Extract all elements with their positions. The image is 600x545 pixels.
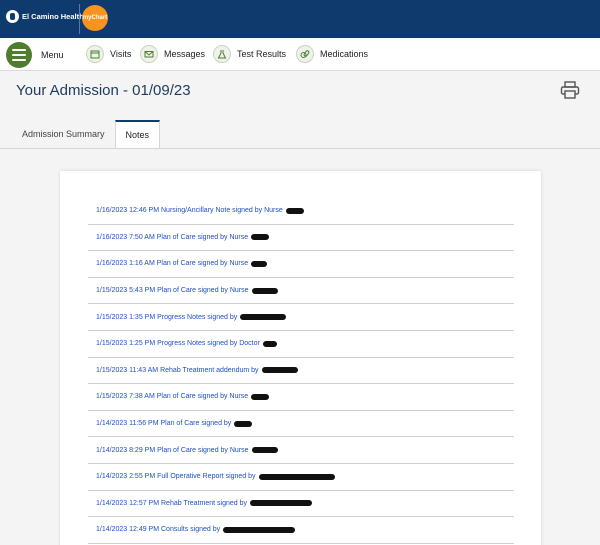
admission-tabs: Admission Summary Notes [12, 120, 161, 148]
note-row[interactable]: 1/15/2023 11:43 AM Rehab Treatment adden… [88, 358, 514, 385]
redaction-mark [234, 420, 253, 427]
nav-messages[interactable]: Messages [140, 45, 205, 63]
note-link[interactable]: 1/16/2023 12:46 PM Nursing/Ancillary Not… [96, 207, 283, 214]
redaction-mark [251, 447, 278, 454]
note-row[interactable]: 1/14/2023 11:56 PM Plan of Care signed b… [88, 411, 514, 438]
note-link[interactable]: 1/15/2023 7:38 AM Plan of Care signed by… [96, 393, 248, 400]
calendar-icon [86, 45, 104, 63]
note-link[interactable]: 1/16/2023 1:16 AM Plan of Care signed by… [96, 260, 248, 267]
note-row[interactable]: 1/14/2023 2:55 PM Full Operative Report … [88, 464, 514, 491]
brand-logo-link[interactable]: El Camino Health [6, 10, 84, 23]
nav-medications[interactable]: Medications [296, 45, 368, 63]
note-row[interactable]: 1/15/2023 7:38 AM Plan of Care signed by… [88, 384, 514, 411]
envelope-icon [140, 45, 158, 63]
nav-visits-label: Visits [110, 49, 132, 59]
redaction-mark [251, 287, 278, 294]
note-row[interactable]: 1/16/2023 1:16 AM Plan of Care signed by… [88, 251, 514, 278]
notes-panel: 1/16/2023 12:46 PM Nursing/Ancillary Not… [60, 171, 541, 545]
redaction-mark [251, 260, 268, 267]
redaction-mark [250, 500, 312, 507]
brand-name: El Camino Health [22, 12, 84, 21]
redaction-mark [240, 314, 287, 321]
note-link[interactable]: 1/15/2023 1:35 PM Progress Notes signed … [96, 314, 237, 321]
redaction-mark [261, 367, 298, 374]
notes-list: 1/16/2023 12:46 PM Nursing/Ancillary Not… [88, 198, 514, 544]
note-link[interactable]: 1/16/2023 7:50 AM Plan of Care signed by… [96, 234, 248, 241]
note-link[interactable]: 1/15/2023 11:43 AM Rehab Treatment adden… [96, 367, 259, 374]
redaction-mark [285, 207, 304, 214]
redaction-mark [251, 393, 270, 400]
note-row[interactable]: 1/15/2023 1:35 PM Progress Notes signed … [88, 304, 514, 331]
hamburger-icon [6, 42, 32, 68]
note-link[interactable]: 1/14/2023 8:29 PM Plan of Care signed by… [96, 447, 249, 454]
note-row[interactable]: 1/16/2023 7:50 AM Plan of Care signed by… [88, 225, 514, 252]
redaction-mark [262, 340, 277, 347]
note-row[interactable]: 1/14/2023 12:57 PM Rehab Treatment signe… [88, 491, 514, 518]
note-link[interactable]: 1/14/2023 12:57 PM Rehab Treatment signe… [96, 500, 247, 507]
tab-admission-summary[interactable]: Admission Summary [12, 120, 115, 148]
tabs-divider [0, 148, 600, 149]
note-row[interactable]: 1/14/2023 12:49 PM Consults signed by [88, 517, 514, 544]
note-link[interactable]: 1/14/2023 2:55 PM Full Operative Report … [96, 473, 256, 480]
page-title: Your Admission - 01/09/23 [16, 82, 191, 99]
tab-notes[interactable]: Notes [114, 120, 161, 148]
note-link[interactable]: 1/15/2023 5:43 PM Plan of Care signed by… [96, 287, 249, 294]
flask-icon [213, 45, 231, 63]
note-link[interactable]: 1/14/2023 11:56 PM Plan of Care signed b… [96, 420, 231, 427]
redaction-mark [223, 526, 296, 533]
nav-visits[interactable]: Visits [86, 45, 131, 63]
mychart-badge: myChart [82, 5, 108, 31]
nav-medications-label: Medications [320, 49, 369, 59]
header-divider [79, 4, 80, 34]
nav-test-results[interactable]: Test Results [213, 45, 286, 63]
note-link[interactable]: 1/14/2023 12:49 PM Consults signed by [96, 526, 220, 533]
nav-messages-label: Messages [164, 49, 206, 59]
note-row[interactable]: 1/15/2023 5:43 PM Plan of Care signed by… [88, 278, 514, 305]
menu-button[interactable]: Menu [6, 42, 64, 68]
pills-icon [296, 45, 314, 63]
printer-icon[interactable] [560, 81, 580, 99]
nav-test-results-label: Test Results [237, 49, 287, 59]
top-bar: El Camino Health myChart [0, 0, 600, 38]
note-row[interactable]: 1/16/2023 12:46 PM Nursing/Ancillary Not… [88, 198, 514, 225]
note-row[interactable]: 1/14/2023 8:29 PM Plan of Care signed by… [88, 437, 514, 464]
redaction-mark [258, 473, 335, 480]
nav-bar: Menu Visits Messages Test Results Medica… [0, 38, 600, 71]
note-row[interactable]: 1/15/2023 1:25 PM Progress Notes signed … [88, 331, 514, 358]
el-camino-logo-icon [6, 10, 19, 23]
note-link[interactable]: 1/15/2023 1:25 PM Progress Notes signed … [96, 340, 260, 347]
redaction-mark [251, 234, 270, 241]
menu-label: Menu [41, 50, 64, 60]
